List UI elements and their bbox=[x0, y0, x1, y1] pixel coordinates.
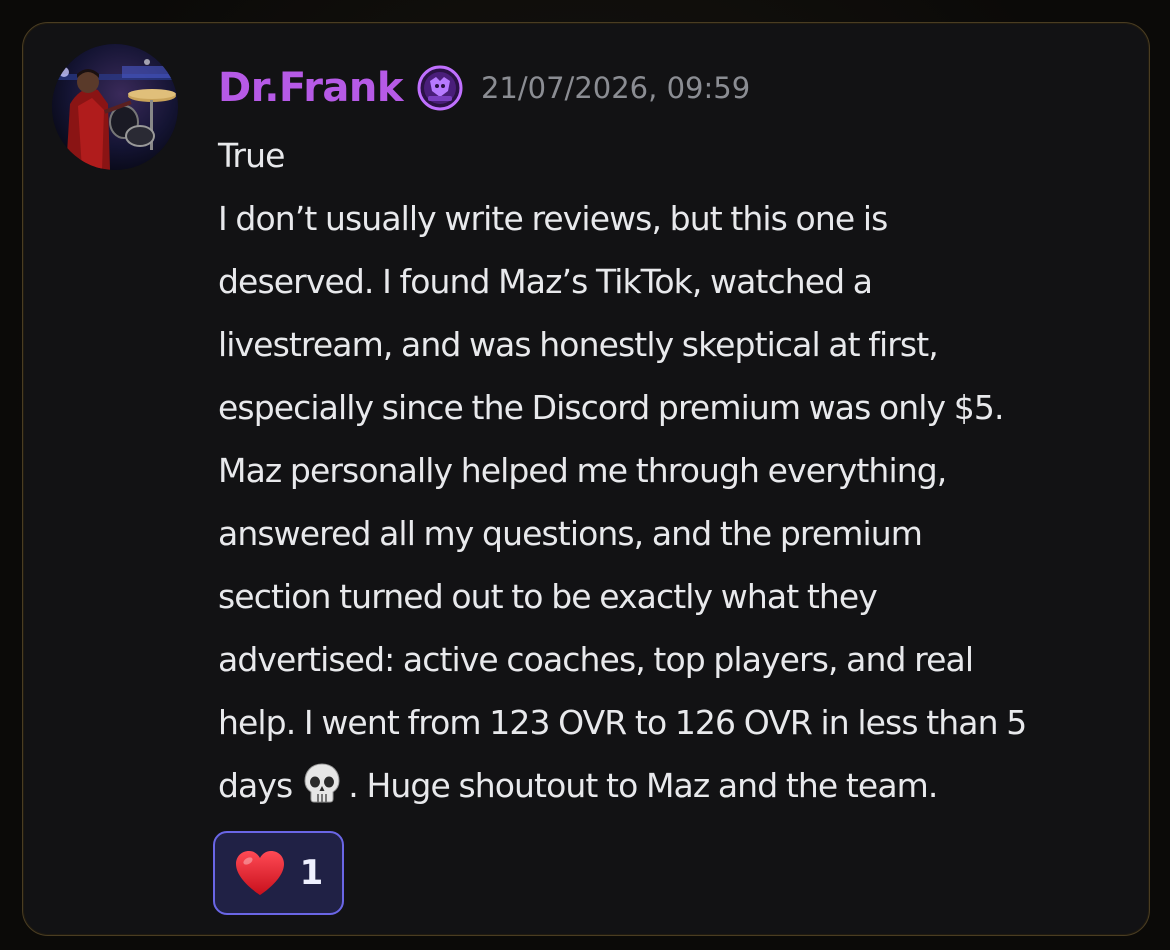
message-text: days bbox=[218, 766, 293, 805]
message-line: especially since the Discord premium was… bbox=[218, 388, 1004, 427]
server-tag-badge-icon[interactable] bbox=[417, 65, 463, 111]
reaction-count: 1 bbox=[299, 853, 324, 893]
message-line: Maz personally helped me through everyth… bbox=[218, 451, 947, 490]
username[interactable]: Dr.Frank bbox=[218, 65, 403, 111]
avatar[interactable] bbox=[52, 44, 178, 170]
skull-icon bbox=[300, 761, 344, 805]
red-heart-icon bbox=[235, 851, 284, 895]
background: Dr.Frank 21/07/2026, 09:59 True I don’t … bbox=[0, 0, 1170, 950]
message-content: True I don’t usually write reviews, but … bbox=[218, 124, 1138, 817]
message-text: . Huge shoutout to Maz and the team. bbox=[348, 766, 938, 805]
message-line: advertised: active coaches, top players,… bbox=[218, 640, 974, 679]
reaction-button[interactable]: 1 bbox=[213, 831, 344, 915]
message-line: help. I went from 123 OVR to 126 OVR in … bbox=[218, 703, 1027, 742]
message-line: livestream, and was honestly skeptical a… bbox=[218, 325, 939, 364]
message-header: Dr.Frank 21/07/2026, 09:59 bbox=[218, 60, 750, 116]
message-line: section turned out to be exactly what th… bbox=[218, 577, 878, 616]
message-line: deserved. I found Maz’s TikTok, watched … bbox=[218, 262, 873, 301]
drummer-photo-icon bbox=[52, 44, 178, 170]
timestamp: 21/07/2026, 09:59 bbox=[480, 71, 751, 105]
message-line: answered all my questions, and the premi… bbox=[218, 514, 923, 553]
message-line: True bbox=[218, 136, 285, 175]
message-line-last: days . Huge shoutout to Maz and the team… bbox=[218, 754, 1138, 817]
message-line: I don’t usually write reviews, but this … bbox=[218, 199, 888, 238]
